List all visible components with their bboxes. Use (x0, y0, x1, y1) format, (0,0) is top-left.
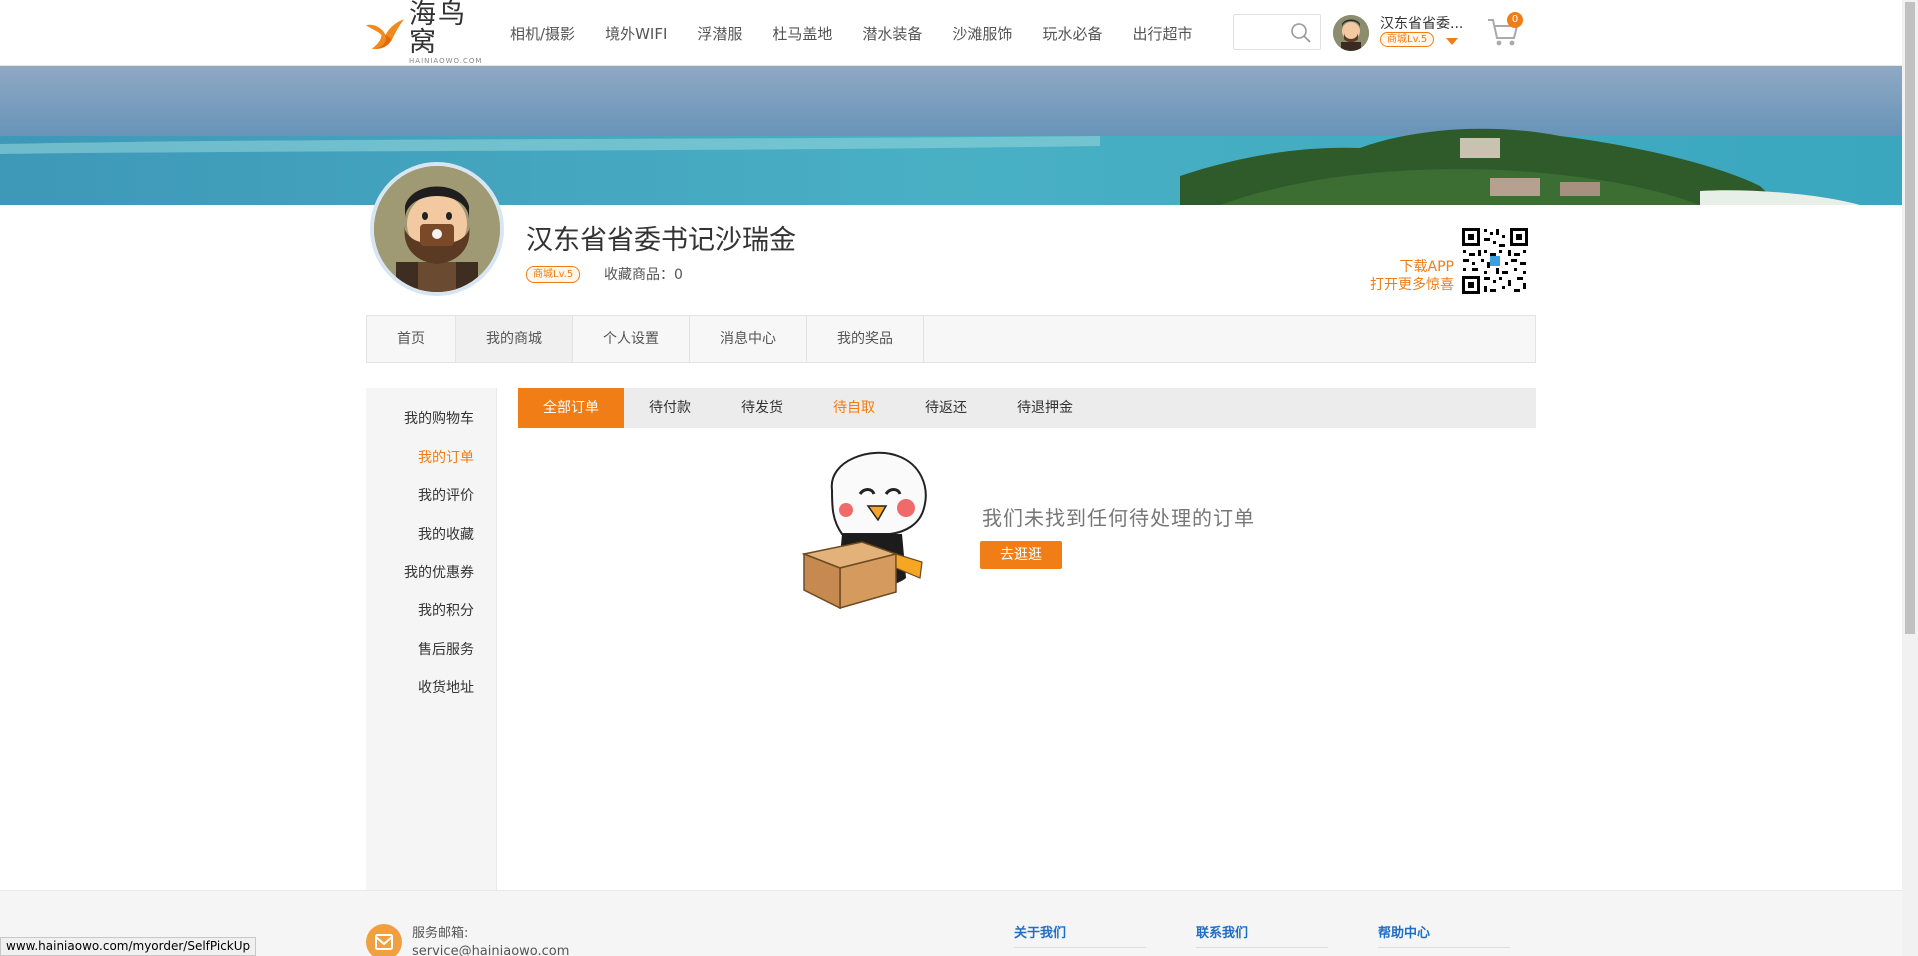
profile-name: 汉东省省委书记沙瑞金 (526, 225, 796, 256)
nav-travel-market[interactable]: 出行超市 (1132, 23, 1192, 44)
service-email-address[interactable]: service@hainiaowo.com (412, 944, 569, 956)
logo-english-text: HAINIAOWO.COM (409, 56, 483, 65)
service-email-label: 服务邮箱: (412, 926, 469, 941)
pirate-avatar-image (374, 166, 500, 292)
tab-message-center[interactable]: 消息中心 (690, 316, 807, 362)
logo-chinese-text: 海鸟窝 (409, 0, 468, 58)
go-shopping-button[interactable]: 去逛逛 (980, 541, 1062, 569)
sidebar-item-coupons[interactable]: 我的优惠券 (404, 562, 474, 582)
nav-dumaguete[interactable]: 杜马盖地 (772, 23, 832, 44)
sidebar-item-favorites[interactable]: 我的收藏 (418, 524, 474, 544)
user-level-badge: 商城Lv.5 (1380, 32, 1435, 47)
footer-help-center[interactable]: 帮助中心 (1378, 922, 1430, 941)
page-footer (0, 890, 1902, 956)
footer-contact-us[interactable]: 联系我们 (1196, 922, 1248, 941)
profile-avatar[interactable] (370, 162, 504, 296)
footer-divider (1196, 947, 1328, 948)
user-avatar[interactable] (1333, 15, 1369, 51)
sidebar-item-addresses[interactable]: 收货地址 (418, 677, 474, 697)
sidebar-item-after-sales[interactable]: 售后服务 (418, 639, 474, 659)
main-nav: 相机/摄影 境外WIFI 浮潜服 杜马盖地 潜水装备 沙滩服饰 玩水必备 出行超… (510, 0, 1222, 66)
profile-level-badge: 商城Lv.5 (526, 266, 581, 283)
order-status-tabs: 全部订单 待付款 待发货 待自取 待返还 待退押金 (518, 388, 1536, 428)
more-surprises-label[interactable]: 打开更多惊喜 (1340, 276, 1454, 294)
top-header: 海鸟窝 HAINIAOWO.COM 相机/摄影 境外WIFI 浮潜服 杜马盖地 … (0, 0, 1902, 66)
footer-about-us[interactable]: 关于我们 (1014, 922, 1066, 941)
cart-count-badge: 0 (1507, 12, 1523, 28)
tab-pending-shipment[interactable]: 待发货 (716, 388, 808, 428)
beach-banner-image (0, 66, 1902, 205)
download-app-promo[interactable]: 下载APP 打开更多惊喜 (1340, 258, 1454, 294)
empty-orders-message: 我们未找到任何待处理的订单 (982, 506, 1255, 530)
profile-tabs: 首页 我的商城 个人设置 消息中心 我的奖品 (366, 315, 1536, 363)
profile-banner (0, 66, 1902, 205)
sidebar-item-orders[interactable]: 我的订单 (418, 447, 474, 467)
tab-pending-payment[interactable]: 待付款 (624, 388, 716, 428)
footer-divider (1014, 947, 1146, 948)
search-input[interactable] (1233, 14, 1321, 50)
bird-logo-icon (365, 19, 405, 50)
chevron-down-icon[interactable] (1446, 38, 1458, 45)
scrollbar-thumb[interactable] (1905, 2, 1915, 634)
nav-wifi[interactable]: 境外WIFI (605, 23, 667, 44)
sidebar-item-reviews[interactable]: 我的评价 (418, 485, 474, 505)
eagle-mascot-image (802, 451, 927, 610)
avatar-image-icon (1333, 15, 1369, 51)
nav-beachwear[interactable]: 沙滩服饰 (952, 23, 1012, 44)
mail-icon (366, 924, 402, 956)
nav-diving-gear[interactable]: 潜水装备 (862, 23, 922, 44)
tab-home[interactable]: 首页 (367, 316, 456, 362)
sidebar-item-cart[interactable]: 我的购物车 (404, 408, 474, 428)
footer-divider (1378, 947, 1510, 948)
sidebar-item-points[interactable]: 我的积分 (418, 600, 474, 620)
tab-my-prizes[interactable]: 我的奖品 (807, 316, 924, 362)
tab-my-mall[interactable]: 我的商城 (456, 316, 573, 362)
tab-all-orders[interactable]: 全部订单 (518, 388, 624, 428)
nav-snorkel-suit[interactable]: 浮潜服 (697, 23, 742, 44)
nav-camera[interactable]: 相机/摄影 (510, 23, 575, 44)
nav-water-essentials[interactable]: 玩水必备 (1042, 23, 1102, 44)
site-logo[interactable]: 海鸟窝 HAINIAOWO.COM (364, 0, 494, 65)
user-name[interactable]: 汉东省省委... (1380, 13, 1466, 33)
status-bar-url: www.hainiaowo.com/myorder/SelfPickUp (0, 937, 257, 956)
tab-pending-return[interactable]: 待返还 (900, 388, 992, 428)
favorites-count: 收藏商品：0 (604, 267, 683, 283)
tab-pending-deposit-refund[interactable]: 待退押金 (992, 388, 1098, 428)
tab-personal-settings[interactable]: 个人设置 (573, 316, 690, 362)
download-app-label[interactable]: 下载APP (1340, 258, 1454, 276)
search-icon[interactable] (1290, 22, 1312, 44)
tab-pending-pickup[interactable]: 待自取 (808, 388, 900, 428)
account-sidebar: 我的购物车 我的订单 我的评价 我的收藏 我的优惠券 我的积分 售后服务 收货地… (366, 388, 497, 890)
qr-code-icon (1460, 226, 1530, 296)
